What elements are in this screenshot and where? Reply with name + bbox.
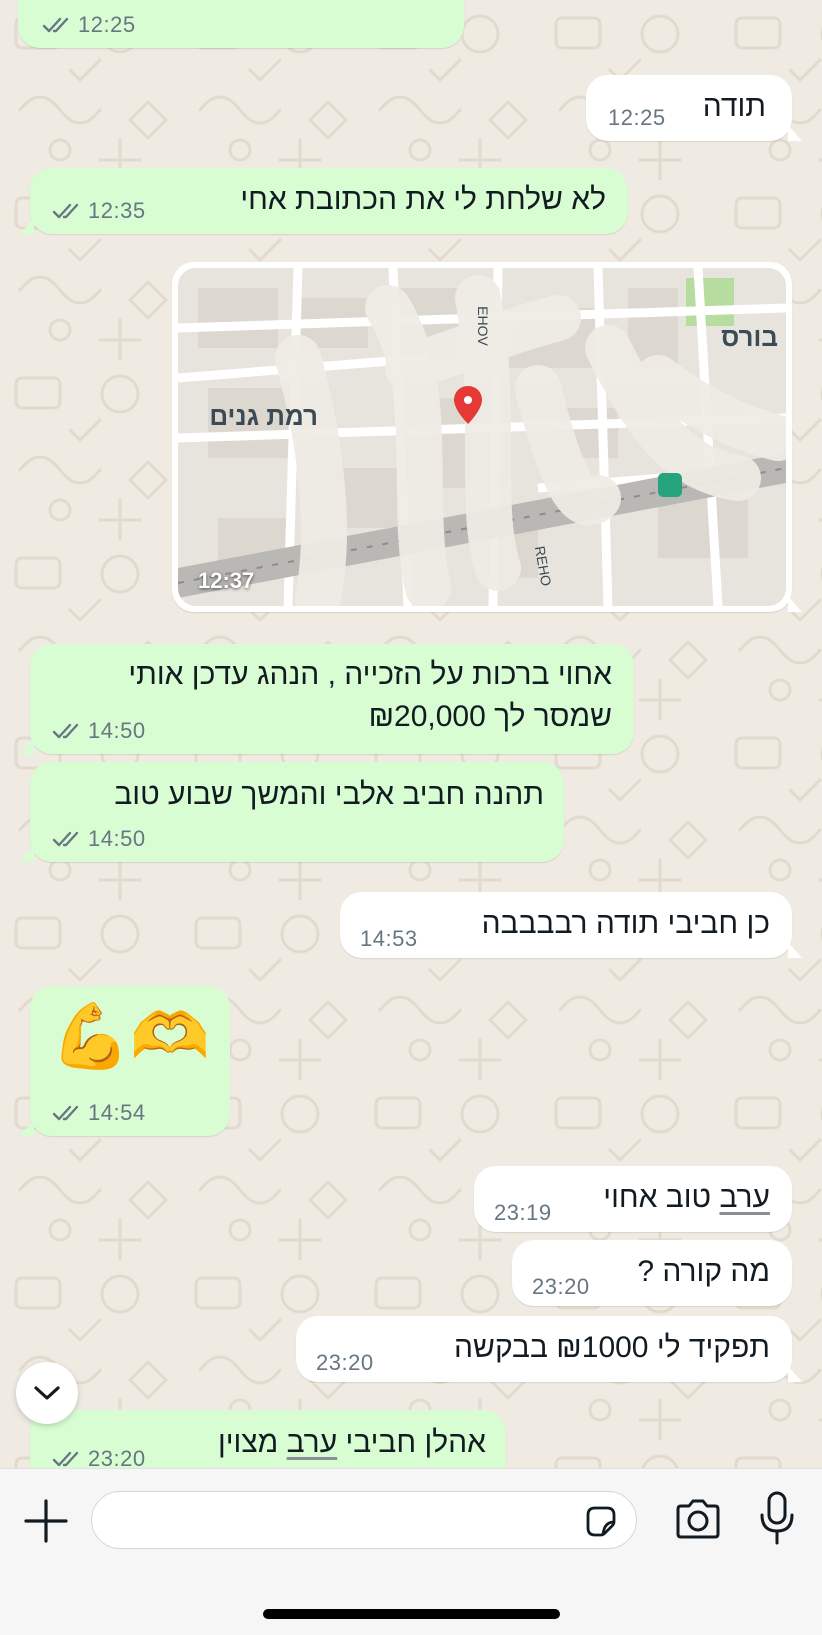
message-text-underlined-word[interactable]: ערב bbox=[719, 1181, 770, 1214]
message-meta: 23:20 bbox=[532, 1274, 590, 1300]
message-time: 12:35 bbox=[88, 198, 146, 223]
composer-bar bbox=[0, 1468, 822, 1635]
message-text: תודה bbox=[702, 90, 766, 123]
message-time: 23:20 bbox=[316, 1350, 374, 1375]
double-check-icon bbox=[52, 831, 79, 847]
message-time: 14:54 bbox=[88, 1100, 146, 1125]
message-time: 14:53 bbox=[360, 926, 418, 951]
message-time: 12:25 bbox=[608, 105, 666, 130]
message-time: 23:19 bbox=[494, 1200, 552, 1225]
double-check-icon bbox=[52, 203, 79, 219]
message-text-line-2: שמסר לך ₪20,000 bbox=[368, 700, 612, 733]
message-text: אהלן חביבי ערב מצוין bbox=[218, 1422, 486, 1464]
message-text-underlined-word[interactable]: ערב bbox=[287, 1426, 338, 1459]
message-bubble-incoming[interactable]: כן חביבי תודה רבבבבה 14:53 bbox=[340, 892, 802, 958]
scroll-to-bottom-button[interactable] bbox=[16, 1362, 78, 1424]
message-meta: 23:19 bbox=[494, 1200, 552, 1226]
message-meta: 12:25 bbox=[42, 12, 136, 38]
message-time: 14:50 bbox=[88, 718, 146, 743]
message-text: לא שלחת לי את הכתובת אחי bbox=[240, 183, 606, 216]
home-indicator bbox=[263, 1609, 560, 1619]
map-label-top: בורס bbox=[721, 322, 778, 352]
location-message[interactable]: רמת גנים בורס EHOV REHO 12:37 bbox=[172, 262, 802, 612]
plus-icon[interactable] bbox=[22, 1497, 70, 1545]
double-check-icon bbox=[42, 17, 69, 33]
chat-area[interactable]: 12:25 תודה 12:25 לא שלחת לי את הכתובת אח… bbox=[0, 0, 822, 1468]
message-time: 23:20 bbox=[532, 1274, 590, 1299]
message-text-rest: טוב אחוי bbox=[603, 1181, 720, 1214]
double-check-icon bbox=[52, 1451, 79, 1467]
message-meta: 14:50 bbox=[52, 826, 146, 852]
message-bubble-outgoing[interactable]: לא שלחת לי את הכתובת אחי 12:35 bbox=[20, 168, 628, 234]
message-text: תהנה חביב אלבי והמשך שבוע טוב bbox=[114, 778, 544, 811]
message-time: 12:25 bbox=[78, 12, 136, 37]
message-bubble-outgoing[interactable]: אהלן חביבי ערב מצוין 23:20 bbox=[30, 1410, 506, 1468]
message-text: תפקיד לי ₪1000 בבקשה bbox=[454, 1331, 770, 1364]
message-meta: 23:20 bbox=[52, 1446, 146, 1468]
message-text: מה קורה ? bbox=[637, 1255, 770, 1288]
message-bubble-incoming[interactable]: מה קורה ? 23:20 bbox=[512, 1240, 792, 1306]
message-input[interactable] bbox=[91, 1491, 637, 1549]
message-time: 23:20 bbox=[88, 1446, 146, 1468]
chevron-down-icon bbox=[34, 1386, 60, 1400]
message-text-part: אהלן חביבי bbox=[337, 1426, 487, 1459]
location-map-preview[interactable]: רמת גנים בורס EHOV REHO 12:37 bbox=[178, 268, 786, 606]
message-meta: 12:25 bbox=[608, 105, 666, 131]
map-label-area: רמת גנים bbox=[209, 401, 318, 431]
message-bubble-outgoing[interactable]: 🫶💪 14:54 bbox=[20, 986, 230, 1136]
message-text: כן חביבי תודה רבבבבה bbox=[481, 907, 770, 940]
message-meta: 12:35 bbox=[52, 198, 146, 224]
message-meta: 14:54 bbox=[52, 1100, 146, 1126]
double-check-icon bbox=[52, 1105, 79, 1121]
message-meta: 14:53 bbox=[360, 926, 418, 952]
message-bubble-outgoing[interactable]: תהנה חביב אלבי והמשך שבוע טוב 14:50 bbox=[20, 762, 564, 862]
message-text: ערב טוב אחוי bbox=[603, 1177, 770, 1219]
sticker-icon[interactable] bbox=[582, 1503, 618, 1539]
microphone-icon[interactable] bbox=[759, 1491, 795, 1545]
message-text-part: מצוין bbox=[217, 1426, 287, 1459]
camera-icon[interactable] bbox=[674, 1497, 722, 1541]
message-bubble-incoming[interactable]: תפקיד לי ₪1000 בבקשה 23:20 bbox=[296, 1316, 802, 1382]
double-check-icon bbox=[52, 723, 79, 739]
emoji-message: 🫶💪 bbox=[50, 1000, 210, 1072]
message-meta: 23:20 bbox=[316, 1350, 374, 1376]
message-bubble-incoming[interactable]: ערב טוב אחוי 23:19 bbox=[474, 1166, 792, 1232]
message-meta: 14:50 bbox=[52, 718, 146, 744]
message-bubble-incoming[interactable]: תודה 12:25 bbox=[586, 75, 802, 141]
message-text-line-1: אחוי ברכות על הזכייה , הנהג עדכן אותי bbox=[128, 658, 612, 691]
message-time: 12:37 bbox=[198, 568, 255, 593]
message-bubble-outgoing[interactable]: אחוי ברכות על הזכייה , הנהג עדכן אותי שמ… bbox=[20, 644, 634, 754]
map-street-label: EHOV bbox=[474, 306, 491, 346]
message-bubble-outgoing[interactable]: 12:25 bbox=[18, 0, 464, 48]
message-time: 14:50 bbox=[88, 826, 146, 851]
